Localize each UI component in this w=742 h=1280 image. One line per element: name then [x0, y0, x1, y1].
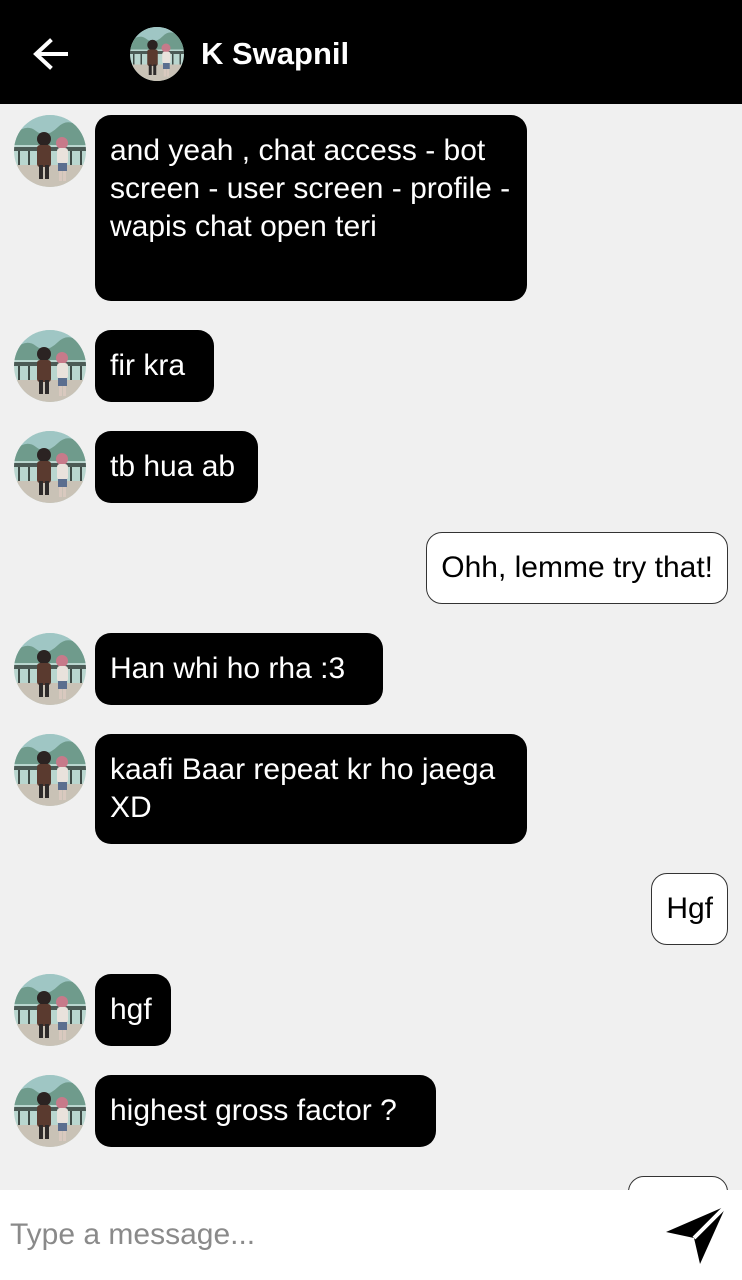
sender-avatar	[14, 330, 86, 402]
back-button[interactable]	[30, 36, 70, 72]
sender-avatar	[14, 1075, 86, 1147]
outgoing-message-bubble[interactable]: Ohh, lemme try that!	[426, 532, 728, 604]
sender-avatar	[14, 431, 86, 503]
contact-name[interactable]: K Swapnil	[201, 34, 349, 74]
incoming-message-bubble[interactable]: highest gross factor ?	[95, 1075, 436, 1147]
incoming-message-bubble[interactable]: hgf	[95, 974, 171, 1046]
sender-avatar	[14, 633, 86, 705]
chat-header: K Swapnil	[0, 0, 742, 104]
incoming-message-bubble[interactable]: and yeah , chat access - bot screen - us…	[95, 115, 527, 301]
chat-screen: K Swapnil and yeah , chat access - bot s…	[0, 0, 742, 1280]
sender-avatar	[14, 115, 86, 187]
outgoing-message-bubble-partial[interactable]	[628, 1176, 728, 1190]
send-button[interactable]	[664, 1204, 728, 1266]
composer-bar	[0, 1190, 742, 1280]
incoming-message-bubble[interactable]: Han whi ho rha :3	[95, 633, 383, 705]
sender-avatar	[14, 974, 86, 1046]
outgoing-message-bubble[interactable]: Hgf	[651, 873, 728, 945]
arrow-left-icon	[33, 38, 68, 70]
send-icon	[666, 1204, 728, 1264]
sender-avatar	[14, 734, 86, 806]
incoming-message-bubble[interactable]: tb hua ab	[95, 431, 258, 503]
message-input[interactable]	[10, 1212, 630, 1258]
message-list[interactable]: and yeah , chat access - bot screen - us…	[0, 104, 742, 1190]
incoming-message-bubble[interactable]: fir kra	[95, 330, 214, 402]
contact-avatar[interactable]	[130, 27, 184, 81]
incoming-message-bubble[interactable]: kaafi Baar repeat kr ho jaega XD	[95, 734, 527, 844]
